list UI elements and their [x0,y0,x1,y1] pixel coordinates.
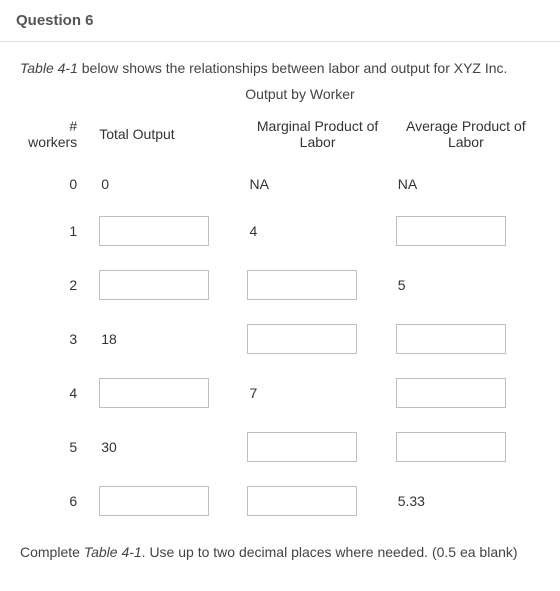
apl-value: 5.33 [396,493,425,509]
mpl-value: 7 [247,385,257,401]
question-body: Table 4-1 below shows the relationships … [0,42,560,574]
workers-value: 3 [20,312,95,366]
intro-text: Table 4-1 below shows the relationships … [20,60,540,76]
total-value: 0 [99,176,109,192]
footer-prefix: Complete [20,544,84,560]
mpl-input[interactable] [247,432,357,462]
apl-value: NA [396,176,417,192]
workers-value: 6 [20,474,95,528]
table-caption: Output by Worker [60,86,540,102]
footer-rest: . Use up to two decimal places where nee… [142,544,518,560]
labor-output-table: # workers Total Output Marginal Product … [20,112,540,528]
apl-value: 5 [396,277,406,293]
table-row: 65.33 [20,474,540,528]
total-input[interactable] [99,270,209,300]
mpl-input[interactable] [247,270,357,300]
total-input[interactable] [99,486,209,516]
total-input[interactable] [99,216,209,246]
table-row: 00 NA NA [20,164,540,204]
table-row: 25 [20,258,540,312]
col-header-mpl: Marginal Product of Labor [243,112,391,164]
mpl-input[interactable] [247,324,357,354]
footer-table-ref: Table 4-1 [84,544,142,560]
apl-input[interactable] [396,216,506,246]
apl-input[interactable] [396,432,506,462]
table-row: 14 [20,204,540,258]
col-header-workers: # workers [20,112,95,164]
apl-input[interactable] [396,378,506,408]
mpl-value: NA [247,176,268,192]
total-input[interactable] [99,378,209,408]
mpl-value: 4 [247,223,257,239]
workers-value: 0 [20,164,95,204]
table-header-row: # workers Total Output Marginal Product … [20,112,540,164]
mpl-input[interactable] [247,486,357,516]
workers-value: 4 [20,366,95,420]
footer-instructions: Complete Table 4-1. Use up to two decima… [20,544,540,560]
workers-value: 5 [20,420,95,474]
table-row: 530 [20,420,540,474]
workers-value: 2 [20,258,95,312]
total-value: 18 [99,331,117,347]
col-header-total: Total Output [95,112,243,164]
apl-input[interactable] [396,324,506,354]
total-value: 30 [99,439,117,455]
intro-table-ref: Table 4-1 [20,60,78,76]
workers-value: 1 [20,204,95,258]
intro-rest: below shows the relationships between la… [78,60,508,76]
question-title: Question 6 [0,0,560,42]
table-row: 318 [20,312,540,366]
table-row: 47 [20,366,540,420]
col-header-apl: Average Product of Labor [392,112,540,164]
